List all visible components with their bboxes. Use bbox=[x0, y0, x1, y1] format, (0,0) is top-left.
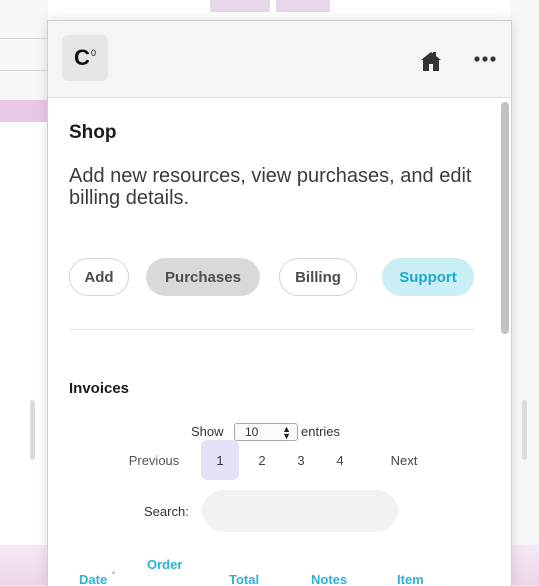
background-window-right bbox=[510, 0, 539, 585]
panel-header: C0 bbox=[48, 21, 511, 98]
pagination-page-1[interactable]: 1 bbox=[201, 440, 239, 480]
entries-select[interactable]: 10 ▲ ▼ bbox=[234, 423, 298, 441]
pagination-previous[interactable]: Previous bbox=[122, 440, 186, 480]
column-notes-label: Notes bbox=[311, 572, 348, 586]
tab-purchases[interactable]: Purchases bbox=[146, 258, 260, 296]
column-item-label: Item bbox=[397, 572, 424, 586]
select-arrows-icon: ▲ ▼ bbox=[282, 424, 291, 441]
pagination-page-4[interactable]: 4 bbox=[330, 440, 350, 480]
search-label: Search: bbox=[144, 504, 189, 519]
resize-handle-left[interactable] bbox=[30, 400, 35, 460]
more-icon bbox=[474, 56, 496, 62]
pagination-page-3[interactable]: 3 bbox=[291, 440, 311, 480]
column-header-date[interactable]: Date ▲ bbox=[79, 569, 117, 586]
background-tab bbox=[210, 0, 330, 12]
column-header-notes[interactable]: Notes bbox=[311, 572, 347, 586]
shop-panel: C0 Shop Add new resources, view purchase… bbox=[47, 20, 512, 586]
invoices-heading: Invoices bbox=[69, 380, 130, 397]
more-options-button[interactable] bbox=[472, 49, 498, 69]
sort-icon: ▲ bbox=[110, 569, 117, 576]
entries-label: entries bbox=[301, 424, 341, 439]
page-subtitle: Add new resources, view purchases, and e… bbox=[69, 165, 472, 209]
column-date-label: Date bbox=[79, 572, 108, 586]
home-button[interactable] bbox=[420, 50, 442, 72]
column-header-item[interactable]: Item bbox=[397, 572, 424, 586]
scrollbar[interactable] bbox=[498, 100, 511, 586]
home-icon bbox=[421, 52, 441, 71]
tab-billing[interactable]: Billing bbox=[279, 258, 357, 296]
tab-add[interactable]: Add bbox=[69, 258, 129, 296]
background-accent bbox=[0, 100, 48, 122]
page-title: Shop bbox=[69, 122, 117, 143]
pagination-page-2[interactable]: 2 bbox=[252, 440, 272, 480]
app-logo-text: C bbox=[74, 45, 90, 70]
scrollbar-thumb[interactable] bbox=[501, 102, 509, 334]
panel-content: Shop Add new resources, view purchases, … bbox=[48, 98, 498, 586]
pagination: Previous 1 2 3 4 Next bbox=[48, 440, 498, 480]
divider bbox=[69, 329, 474, 330]
show-label: Show bbox=[191, 424, 224, 439]
column-header-total[interactable]: Total bbox=[229, 572, 259, 586]
entries-select-value: 10 bbox=[245, 425, 259, 439]
pagination-next[interactable]: Next bbox=[384, 440, 424, 480]
column-header-order[interactable]: Order bbox=[147, 554, 182, 576]
column-total-label: Total bbox=[229, 572, 260, 586]
app-logo[interactable]: C0 bbox=[62, 35, 108, 81]
tab-support[interactable]: Support bbox=[382, 258, 474, 296]
search-input[interactable] bbox=[202, 490, 398, 532]
resize-handle-right[interactable] bbox=[522, 400, 527, 460]
column-order-label: Order bbox=[147, 557, 183, 572]
app-logo-sup: 0 bbox=[90, 48, 96, 58]
